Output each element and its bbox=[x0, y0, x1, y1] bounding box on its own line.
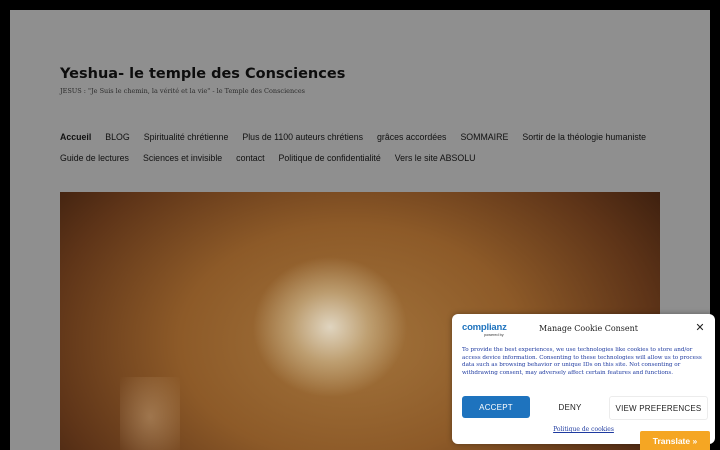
site-description: JESUS : "Je Suis le chemin, la vérité et… bbox=[60, 87, 306, 95]
logo-powered-by: powered by bbox=[484, 333, 504, 337]
main-navigation: Accueil BLOG Spiritualité chrétienne Plu… bbox=[60, 126, 680, 168]
cookie-message: To provide the best experiences, we use … bbox=[462, 347, 702, 376]
nav-item-guide[interactable]: Guide de lectures bbox=[60, 153, 129, 163]
nav-item-theologie[interactable]: Sortir de la théologie humaniste bbox=[522, 132, 646, 142]
nav-item-accueil[interactable]: Accueil bbox=[60, 132, 91, 142]
complianz-logo: complianz powered by bbox=[462, 322, 518, 338]
cookie-dialog-title: Manage Cookie Consent bbox=[539, 324, 639, 333]
hero-light-flare bbox=[120, 377, 180, 450]
nav-item-confidentialite[interactable]: Politique de confidentialité bbox=[279, 153, 381, 163]
logo-wordmark: complianz bbox=[462, 322, 507, 333]
nav-row-1: Accueil BLOG Spiritualité chrétienne Plu… bbox=[60, 126, 680, 147]
close-icon[interactable]: ✕ bbox=[694, 322, 706, 334]
nav-item-sommaire[interactable]: SOMMAIRE bbox=[460, 132, 508, 142]
site-title[interactable]: Yeshua- le temple des Consciences bbox=[60, 66, 345, 82]
nav-item-sciences[interactable]: Sciences et invisible bbox=[143, 153, 222, 163]
nav-item-spiritualite[interactable]: Spiritualité chrétienne bbox=[144, 132, 229, 142]
nav-item-auteurs[interactable]: Plus de 1100 auteurs chrétiens bbox=[242, 132, 363, 142]
nav-item-contact[interactable]: contact bbox=[236, 153, 264, 163]
view-preferences-button[interactable]: VIEW PREFERENCES bbox=[609, 396, 708, 420]
cookie-consent-dialog: complianz powered by Manage Cookie Conse… bbox=[452, 314, 715, 444]
translate-button[interactable]: Translate » bbox=[640, 431, 710, 450]
nav-item-absolu[interactable]: Vers le site ABSOLU bbox=[395, 153, 476, 163]
nav-item-blog[interactable]: BLOG bbox=[105, 132, 129, 142]
nav-item-graces[interactable]: grâces accordées bbox=[377, 132, 446, 142]
accept-button[interactable]: ACCEPT bbox=[462, 396, 530, 418]
deny-button[interactable]: DENY bbox=[536, 396, 604, 418]
nav-row-2: Guide de lectures Sciences et invisible … bbox=[60, 147, 680, 168]
